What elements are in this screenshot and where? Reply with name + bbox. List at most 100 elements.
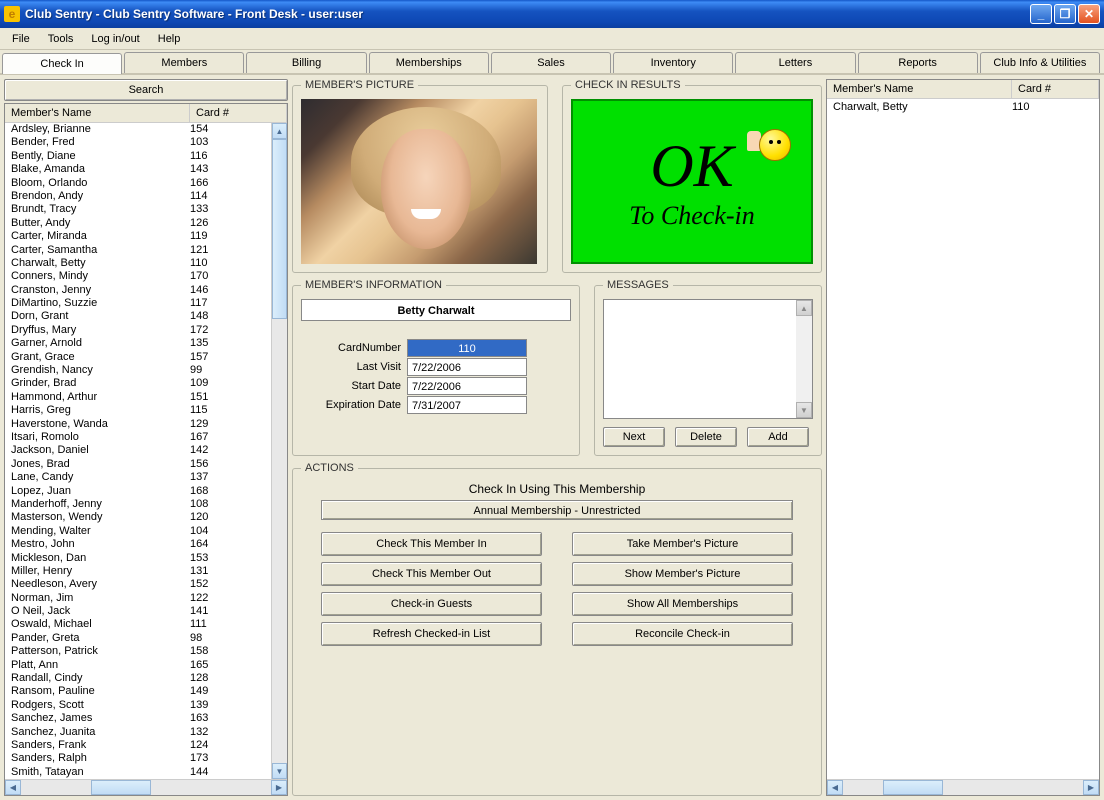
member-row[interactable]: Carter, Samantha121	[5, 244, 271, 257]
member-row[interactable]: Oswald, Michael111	[5, 618, 271, 631]
member-row[interactable]: Garner, Arnold135	[5, 337, 271, 350]
member-row[interactable]: Ardsley, Brianne154	[5, 123, 271, 136]
member-row[interactable]: Bender, Fred103	[5, 136, 271, 149]
member-row[interactable]: Bently, Diane116	[5, 150, 271, 163]
tab-memberships[interactable]: Memberships	[369, 52, 489, 73]
member-row[interactable]: Jackson, Daniel142	[5, 444, 271, 457]
check-out-button[interactable]: Check This Member Out	[321, 562, 542, 586]
scroll-thumb[interactable]	[272, 139, 287, 319]
right-hscroll-thumb[interactable]	[883, 780, 943, 795]
member-row[interactable]: Grendish, Nancy99	[5, 364, 271, 377]
refresh-list-button[interactable]: Refresh Checked-in List	[321, 622, 542, 646]
checked-in-row[interactable]: Charwalt, Betty110	[833, 101, 1093, 113]
delete-button[interactable]: Delete	[675, 427, 737, 447]
menu-file[interactable]: File	[4, 31, 38, 47]
reconcile-button[interactable]: Reconcile Check-in	[572, 622, 793, 646]
member-list-hscroll[interactable]: ◀ ▶	[5, 779, 287, 795]
member-row[interactable]: Sanders, Frank124	[5, 739, 271, 752]
add-button[interactable]: Add	[747, 427, 809, 447]
member-row[interactable]: Brendon, Andy114	[5, 190, 271, 203]
member-row[interactable]: Miller, Henry131	[5, 565, 271, 578]
member-row[interactable]: Carter, Miranda119	[5, 230, 271, 243]
col-card-number[interactable]: Card #	[190, 104, 287, 122]
msg-scroll-down-icon[interactable]: ▼	[796, 402, 812, 418]
col-member-name[interactable]: Member's Name	[5, 104, 190, 122]
close-button[interactable]: ✕	[1078, 4, 1100, 24]
member-row[interactable]: Conners, Mindy170	[5, 270, 271, 283]
scroll-up-icon[interactable]: ▲	[272, 123, 287, 139]
member-row[interactable]: Pander, Greta98	[5, 632, 271, 645]
rcol-card-number[interactable]: Card #	[1012, 80, 1099, 98]
member-row[interactable]: Platt, Ann165	[5, 659, 271, 672]
member-row[interactable]: Rodgers, Scott139	[5, 699, 271, 712]
scroll-down-icon[interactable]: ▼	[272, 763, 287, 779]
check-in-button[interactable]: Check This Member In	[321, 532, 542, 556]
checkin-guests-button[interactable]: Check-in Guests	[321, 592, 542, 616]
scroll-left-icon[interactable]: ◀	[5, 780, 21, 795]
tab-reports[interactable]: Reports	[858, 52, 978, 73]
member-row[interactable]: Cranston, Jenny146	[5, 284, 271, 297]
next-button[interactable]: Next	[603, 427, 665, 447]
membership-selector[interactable]: Annual Membership - Unrestricted	[321, 500, 793, 520]
member-row[interactable]: Butter, Andy126	[5, 217, 271, 230]
right-scroll-right-icon[interactable]: ▶	[1083, 780, 1099, 795]
member-row[interactable]: Dorn, Grant148	[5, 310, 271, 323]
tab-letters[interactable]: Letters	[735, 52, 855, 73]
expiration-field[interactable]: 7/31/2007	[407, 396, 527, 414]
member-row[interactable]: Mickleson, Dan153	[5, 552, 271, 565]
menu-loginout[interactable]: Log in/out	[83, 31, 147, 47]
member-row[interactable]: Patterson, Patrick158	[5, 645, 271, 658]
tab-clubinfo[interactable]: Club Info & Utilities	[980, 52, 1100, 73]
member-row[interactable]: O Neil, Jack141	[5, 605, 271, 618]
take-picture-button[interactable]: Take Member's Picture	[572, 532, 793, 556]
right-scroll-left-icon[interactable]: ◀	[827, 780, 843, 795]
member-row[interactable]: Jones, Brad156	[5, 458, 271, 471]
menu-help[interactable]: Help	[150, 31, 189, 47]
member-row[interactable]: Grant, Grace157	[5, 351, 271, 364]
member-row[interactable]: Smith, Tatayan144	[5, 766, 271, 779]
msg-scroll-up-icon[interactable]: ▲	[796, 300, 812, 316]
member-row[interactable]: Charwalt, Betty110	[5, 257, 271, 270]
member-row[interactable]: Blake, Amanda143	[5, 163, 271, 176]
member-row[interactable]: Mending, Walter104	[5, 525, 271, 538]
show-picture-button[interactable]: Show Member's Picture	[572, 562, 793, 586]
member-row[interactable]: Norman, Jim122	[5, 592, 271, 605]
member-row[interactable]: Hammond, Arthur151	[5, 391, 271, 404]
last-visit-field[interactable]: 7/22/2006	[407, 358, 527, 376]
member-row[interactable]: Harris, Greg115	[5, 404, 271, 417]
maximize-button[interactable]: ❐	[1054, 4, 1076, 24]
scroll-right-icon[interactable]: ▶	[271, 780, 287, 795]
tab-sales[interactable]: Sales	[491, 52, 611, 73]
minimize-button[interactable]: _	[1030, 4, 1052, 24]
member-row[interactable]: Mestro, John164	[5, 538, 271, 551]
rcol-member-name[interactable]: Member's Name	[827, 80, 1012, 98]
member-row[interactable]: DiMartino, Suzzie117	[5, 297, 271, 310]
member-row[interactable]: Sanchez, Juanita132	[5, 726, 271, 739]
card-number-field[interactable]: 110	[407, 339, 527, 357]
menu-tools[interactable]: Tools	[40, 31, 82, 47]
tab-checkin[interactable]: Check In	[2, 53, 122, 74]
member-row[interactable]: Haverstone, Wanda129	[5, 418, 271, 431]
tab-inventory[interactable]: Inventory	[613, 52, 733, 73]
member-row[interactable]: Brundt, Tracy133	[5, 203, 271, 216]
show-memberships-button[interactable]: Show All Memberships	[572, 592, 793, 616]
start-date-field[interactable]: 7/22/2006	[407, 377, 527, 395]
member-row[interactable]: Lopez, Juan168	[5, 485, 271, 498]
member-row[interactable]: Masterson, Wendy120	[5, 511, 271, 524]
tab-billing[interactable]: Billing	[246, 52, 366, 73]
member-row[interactable]: Randall, Cindy128	[5, 672, 271, 685]
member-row[interactable]: Sanchez, James163	[5, 712, 271, 725]
member-row[interactable]: Needleson, Avery152	[5, 578, 271, 591]
member-row[interactable]: Itsari, Romolo167	[5, 431, 271, 444]
member-row[interactable]: Sanders, Ralph173	[5, 752, 271, 765]
member-row[interactable]: Bloom, Orlando166	[5, 177, 271, 190]
messages-scroll[interactable]: ▲ ▼	[796, 300, 812, 418]
messages-textarea[interactable]: ▲ ▼	[603, 299, 813, 419]
member-list-vscroll[interactable]: ▲ ▼	[271, 123, 287, 779]
checked-in-hscroll[interactable]: ◀ ▶	[827, 779, 1099, 795]
member-row[interactable]: Ransom, Pauline149	[5, 685, 271, 698]
search-button[interactable]: Search	[4, 79, 288, 101]
hscroll-thumb[interactable]	[91, 780, 151, 795]
tab-members[interactable]: Members	[124, 52, 244, 73]
member-row[interactable]: Manderhoff, Jenny108	[5, 498, 271, 511]
